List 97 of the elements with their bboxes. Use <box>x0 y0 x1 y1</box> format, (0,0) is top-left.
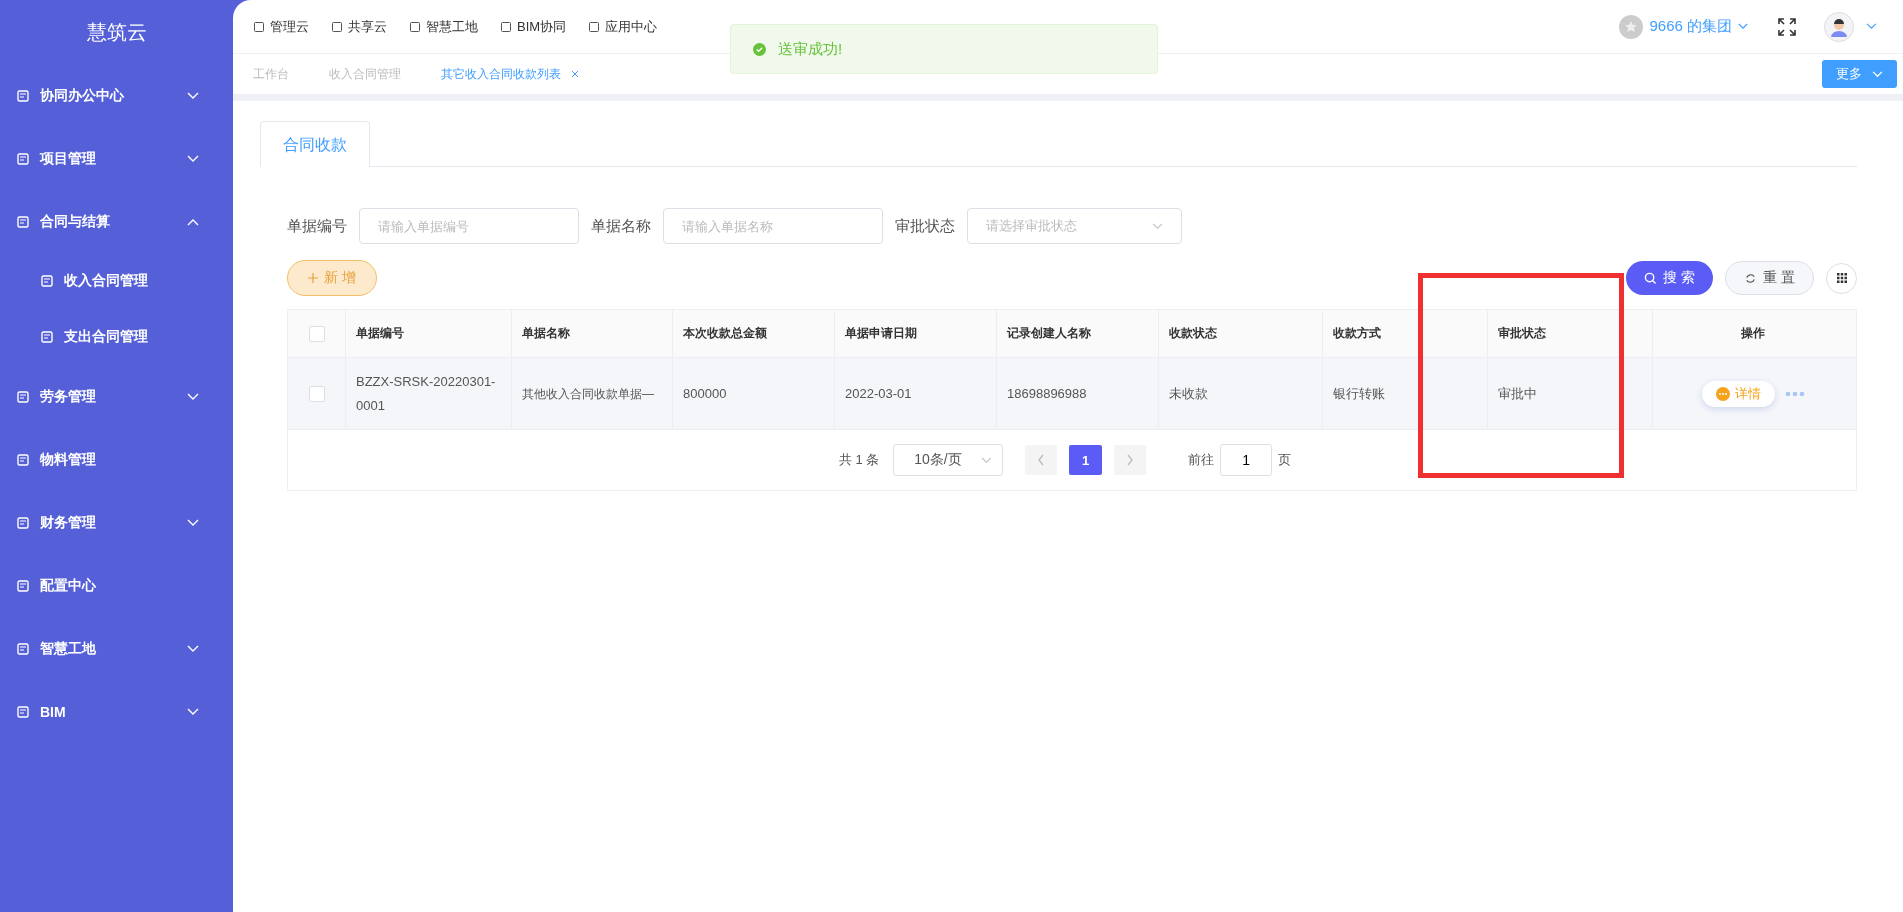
chevron-right-icon <box>1126 454 1135 466</box>
content-tab[interactable]: 合同收款 <box>260 121 370 167</box>
page-tab[interactable]: 其它收入合同收款列表 <box>441 65 579 83</box>
chevron-down-icon[interactable] <box>1866 23 1877 30</box>
column-header: 收款状态 <box>1169 325 1217 342</box>
chevron-down-icon <box>981 456 993 464</box>
menu-icon <box>16 214 30 229</box>
table-cell-text: 2022-03-01 <box>845 384 912 403</box>
close-icon[interactable] <box>571 70 579 78</box>
document-icon <box>40 274 54 288</box>
table-cell-text: 审批中 <box>1498 384 1537 403</box>
top-nav-link[interactable]: 共享云 <box>331 17 387 36</box>
table-cell-text: 银行转账 <box>1333 384 1385 403</box>
check-circle-icon <box>753 42 766 56</box>
filter-input[interactable]: 请输入单据名称 <box>663 208 883 244</box>
sidebar-item[interactable]: 协同办公中心 <box>0 64 233 127</box>
page-number[interactable]: 1 <box>1069 445 1103 475</box>
nav-icon <box>331 20 343 33</box>
document-icon <box>40 330 54 344</box>
next-page-button[interactable] <box>1114 445 1147 475</box>
sidebar-item[interactable]: 物料管理 <box>0 428 233 491</box>
column-header: 记录创建人名称 <box>1007 325 1091 342</box>
page-suffix: 页 <box>1278 451 1292 469</box>
plus-icon <box>308 273 318 283</box>
menu-icon <box>16 452 30 467</box>
filter-label: 审批状态 <box>895 216 955 236</box>
sidebar-item[interactable]: 劳务管理 <box>0 365 233 428</box>
menu-icon <box>16 88 30 103</box>
page-input[interactable]: 1 <box>1220 444 1273 476</box>
badge-icon <box>1619 14 1644 39</box>
chevron-down-icon <box>1738 23 1748 30</box>
nav-icon <box>409 20 421 33</box>
chevron-left-icon <box>1037 454 1046 466</box>
table-cell-text: 其他收入合同收款单据— <box>522 385 654 403</box>
prev-page-button[interactable] <box>1025 445 1058 475</box>
more-button[interactable]: 更多 <box>1822 60 1897 88</box>
column-header: 审批状态 <box>1498 325 1546 342</box>
top-nav-link[interactable]: 管理云 <box>253 17 309 36</box>
filter-label: 单据编号 <box>287 216 347 236</box>
sidebar-subitem[interactable]: 收入合同管理 <box>0 253 233 309</box>
filter-input[interactable]: 请输入单据编号 <box>359 208 579 244</box>
sidebar-item[interactable]: BIM <box>0 680 233 743</box>
chevron-down-icon <box>1152 222 1163 230</box>
sidebar-item[interactable]: 项目管理 <box>0 127 233 190</box>
top-nav-link[interactable]: 智慧工地 <box>409 17 478 36</box>
search-icon <box>1644 271 1658 285</box>
table-cell-text: 800000 <box>683 384 727 403</box>
avatar-icon[interactable] <box>1824 11 1854 42</box>
chevron-down-icon <box>187 392 199 401</box>
nav-icon <box>253 20 265 33</box>
chevron-down-icon <box>187 644 199 653</box>
total-count: 共 1 条 <box>838 451 880 469</box>
table-cell-text: BZZX-SRSK-20220301-0001 <box>356 372 497 415</box>
goto-label: 前往 <box>1188 451 1215 469</box>
chevron-down-icon <box>187 91 199 100</box>
chevron-down-icon <box>187 154 199 163</box>
column-header: 收款方式 <box>1333 325 1381 342</box>
sidebar-item[interactable]: 智慧工地 <box>0 617 233 680</box>
column-header: 单据名称 <box>522 325 570 342</box>
menu-icon <box>16 151 30 166</box>
menu-icon <box>16 578 30 593</box>
reset-button[interactable]: 重 置 <box>1725 261 1814 295</box>
grid-icon <box>1836 273 1847 283</box>
column-header: 单据申请日期 <box>845 325 917 342</box>
org-switcher[interactable]: 9666 的集团 <box>1619 14 1748 39</box>
toast-message: 送审成功! <box>778 39 843 59</box>
nav-icon <box>500 20 512 33</box>
columns-button[interactable] <box>1826 262 1857 294</box>
nav-icon <box>588 20 601 33</box>
filter-label: 单据名称 <box>591 216 651 236</box>
app-logo: 慧筑云 <box>85 19 148 45</box>
page-size-select[interactable]: 10条/页 <box>893 444 1004 476</box>
search-button[interactable]: 搜 索 <box>1626 261 1714 295</box>
table-cell-text: 未收款 <box>1169 384 1208 403</box>
top-nav-link[interactable]: BIM协同 <box>500 17 567 36</box>
menu-icon <box>16 515 30 530</box>
select-all-checkbox[interactable] <box>308 325 325 342</box>
chevron-up-icon <box>187 217 199 226</box>
fullscreen-icon[interactable] <box>1778 17 1796 36</box>
table-cell-text: 18698896988 <box>1007 384 1087 403</box>
menu-icon <box>16 389 30 404</box>
top-nav-link[interactable]: 应用中心 <box>588 17 658 36</box>
chevron-down-icon <box>187 518 199 527</box>
more-icon[interactable] <box>1784 390 1805 397</box>
row-checkbox[interactable] <box>308 385 325 402</box>
sidebar-item[interactable]: 配置中心 <box>0 554 233 617</box>
more-dots-icon <box>1715 386 1730 401</box>
chevron-down-icon <box>187 707 199 716</box>
chevron-down-icon <box>1872 70 1883 78</box>
menu-icon <box>16 704 30 719</box>
sidebar-item[interactable]: 财务管理 <box>0 491 233 554</box>
column-header: 本次收款总金额 <box>683 325 767 342</box>
column-header: 操作 <box>1741 325 1765 342</box>
sidebar-subitem[interactable]: 支出合同管理 <box>0 309 233 365</box>
sidebar-item[interactable]: 合同与结算 <box>0 190 233 253</box>
menu-icon <box>16 641 30 656</box>
column-header: 单据编号 <box>356 325 404 342</box>
